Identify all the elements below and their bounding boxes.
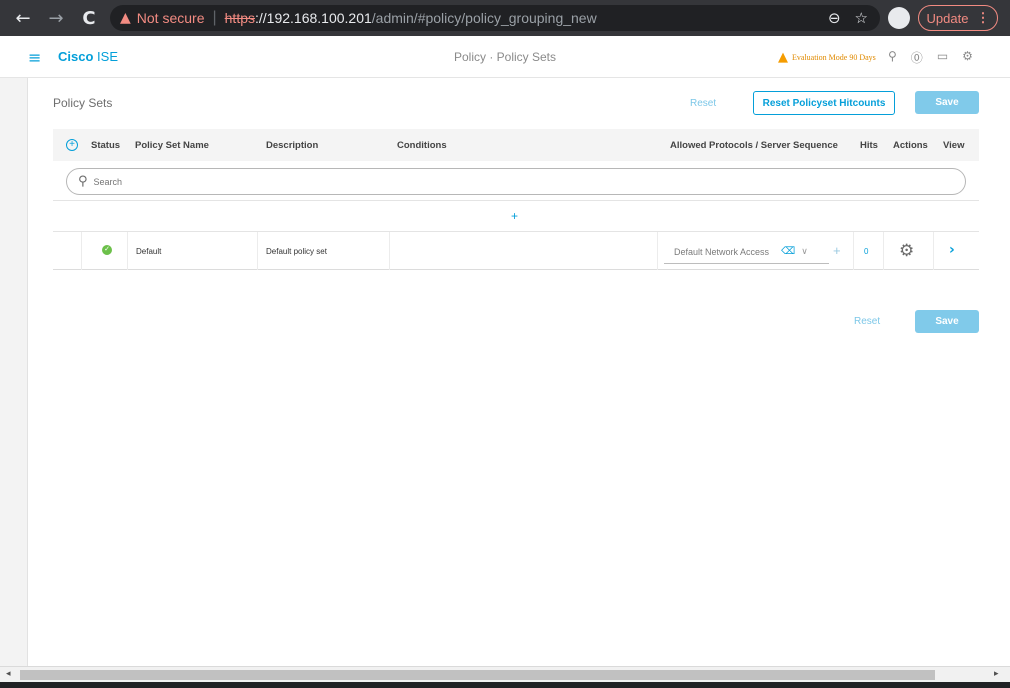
chevron-down-icon[interactable]: ∨ (801, 247, 808, 257)
gear-icon[interactable]: ⚙ (962, 49, 973, 66)
search-icon: ⚲ (78, 174, 88, 189)
footer-reset-button[interactable]: Reset (854, 316, 880, 327)
table-header: + Status Policy Set Name Description Con… (53, 129, 979, 161)
url-host: ://192.168.100.201 (255, 10, 372, 26)
status-enabled-icon[interactable]: ✓ (102, 245, 112, 255)
actions-gear-icon[interactable]: ⚙ (899, 241, 914, 261)
cell-divider (389, 232, 390, 270)
evaluation-mode-label: Evaluation Mode 90 Days (792, 53, 876, 62)
policy-set-description[interactable]: Default policy set (266, 247, 327, 256)
add-row: + (53, 202, 979, 232)
table-row[interactable]: ✓ Default Default policy set Default Net… (53, 232, 979, 270)
reset-button[interactable]: Reset (690, 98, 716, 109)
warning-icon: ▲ (778, 50, 788, 65)
scroll-right-icon[interactable]: ▸ (994, 669, 999, 679)
kebab-menu-icon: ⋮ (976, 10, 990, 25)
column-description[interactable]: Description (266, 140, 318, 151)
app-window: ≡ Cisco ISE Policy · Policy Sets ▲ Evalu… (0, 36, 1010, 666)
policy-set-name[interactable]: Default (136, 247, 161, 256)
address-bar[interactable]: ▲ Not secure | https ://192.168.100.201 … (110, 5, 880, 31)
scroll-left-icon[interactable]: ◂ (6, 669, 11, 679)
cell-divider (81, 232, 82, 270)
left-rail (0, 78, 28, 666)
update-button[interactable]: Update ⋮ (918, 5, 998, 31)
taskbar-strip (0, 682, 1010, 688)
column-allowed-protocols[interactable]: Allowed Protocols / Server Sequence (670, 140, 838, 151)
evaluation-mode-badge[interactable]: ▲ Evaluation Mode 90 Days (778, 50, 876, 65)
table-search-row: ⚲ (53, 161, 979, 201)
app-header: ≡ Cisco ISE Policy · Policy Sets ▲ Evalu… (0, 36, 1010, 78)
allowed-protocols-select[interactable]: Default Network Access ⌫ ∨ (664, 240, 829, 264)
security-status[interactable]: Not secure (137, 10, 205, 26)
add-protocol-icon[interactable]: + (833, 243, 841, 258)
warning-icon: ▲ (120, 10, 131, 26)
scrollbar-thumb[interactable] (20, 670, 935, 680)
hits-count: 0 (864, 247, 869, 256)
view-chevron-right-icon[interactable]: › (949, 242, 955, 258)
forward-icon[interactable]: → (43, 8, 69, 29)
footer-save-button[interactable]: Save (915, 310, 979, 333)
reload-icon[interactable]: C (76, 8, 102, 29)
cell-divider (933, 232, 934, 270)
search-icon[interactable]: ⚲ (888, 49, 897, 66)
cell-divider (127, 232, 128, 270)
cell-divider (657, 232, 658, 270)
save-button[interactable]: Save (915, 91, 979, 114)
column-policy-set-name[interactable]: Policy Set Name (135, 140, 209, 151)
reset-hitcounts-button[interactable]: Reset Policyset Hitcounts (753, 91, 895, 115)
clear-icon[interactable]: ⌫ (781, 246, 795, 257)
page-title: Policy Sets (53, 96, 113, 110)
cell-divider (853, 232, 854, 270)
column-conditions[interactable]: Conditions (397, 140, 447, 151)
search-field[interactable]: ⚲ (66, 168, 966, 195)
omnibox-divider: | (212, 9, 217, 26)
zoom-icon[interactable]: ⊖ (828, 9, 841, 27)
update-label: Update (926, 10, 969, 26)
horizontal-scrollbar[interactable]: ◂ ▸ (0, 666, 1010, 682)
column-actions[interactable]: Actions (893, 140, 928, 151)
add-policy-set-icon[interactable]: + (66, 139, 78, 151)
add-row-button[interactable]: + (511, 209, 518, 223)
bookmark-star-icon[interactable]: ☆ (855, 9, 868, 27)
column-status[interactable]: Status (91, 140, 120, 151)
cell-divider (883, 232, 884, 270)
browser-toolbar: ← → C ▲ Not secure | https ://192.168.10… (0, 0, 1010, 36)
back-icon[interactable]: ← (10, 8, 36, 29)
column-view[interactable]: View (943, 140, 964, 151)
url-scheme: https (224, 10, 255, 26)
url-path: /admin/#policy/policy_grouping_new (371, 10, 597, 26)
help-icon[interactable]: ⓪ (911, 49, 923, 66)
cell-divider (257, 232, 258, 270)
allowed-protocols-value: Default Network Access (674, 246, 770, 257)
profile-avatar[interactable] (888, 7, 910, 29)
dashboard-icon[interactable]: ▭ (937, 49, 948, 66)
column-hits[interactable]: Hits (860, 140, 878, 151)
search-input[interactable] (93, 176, 694, 187)
